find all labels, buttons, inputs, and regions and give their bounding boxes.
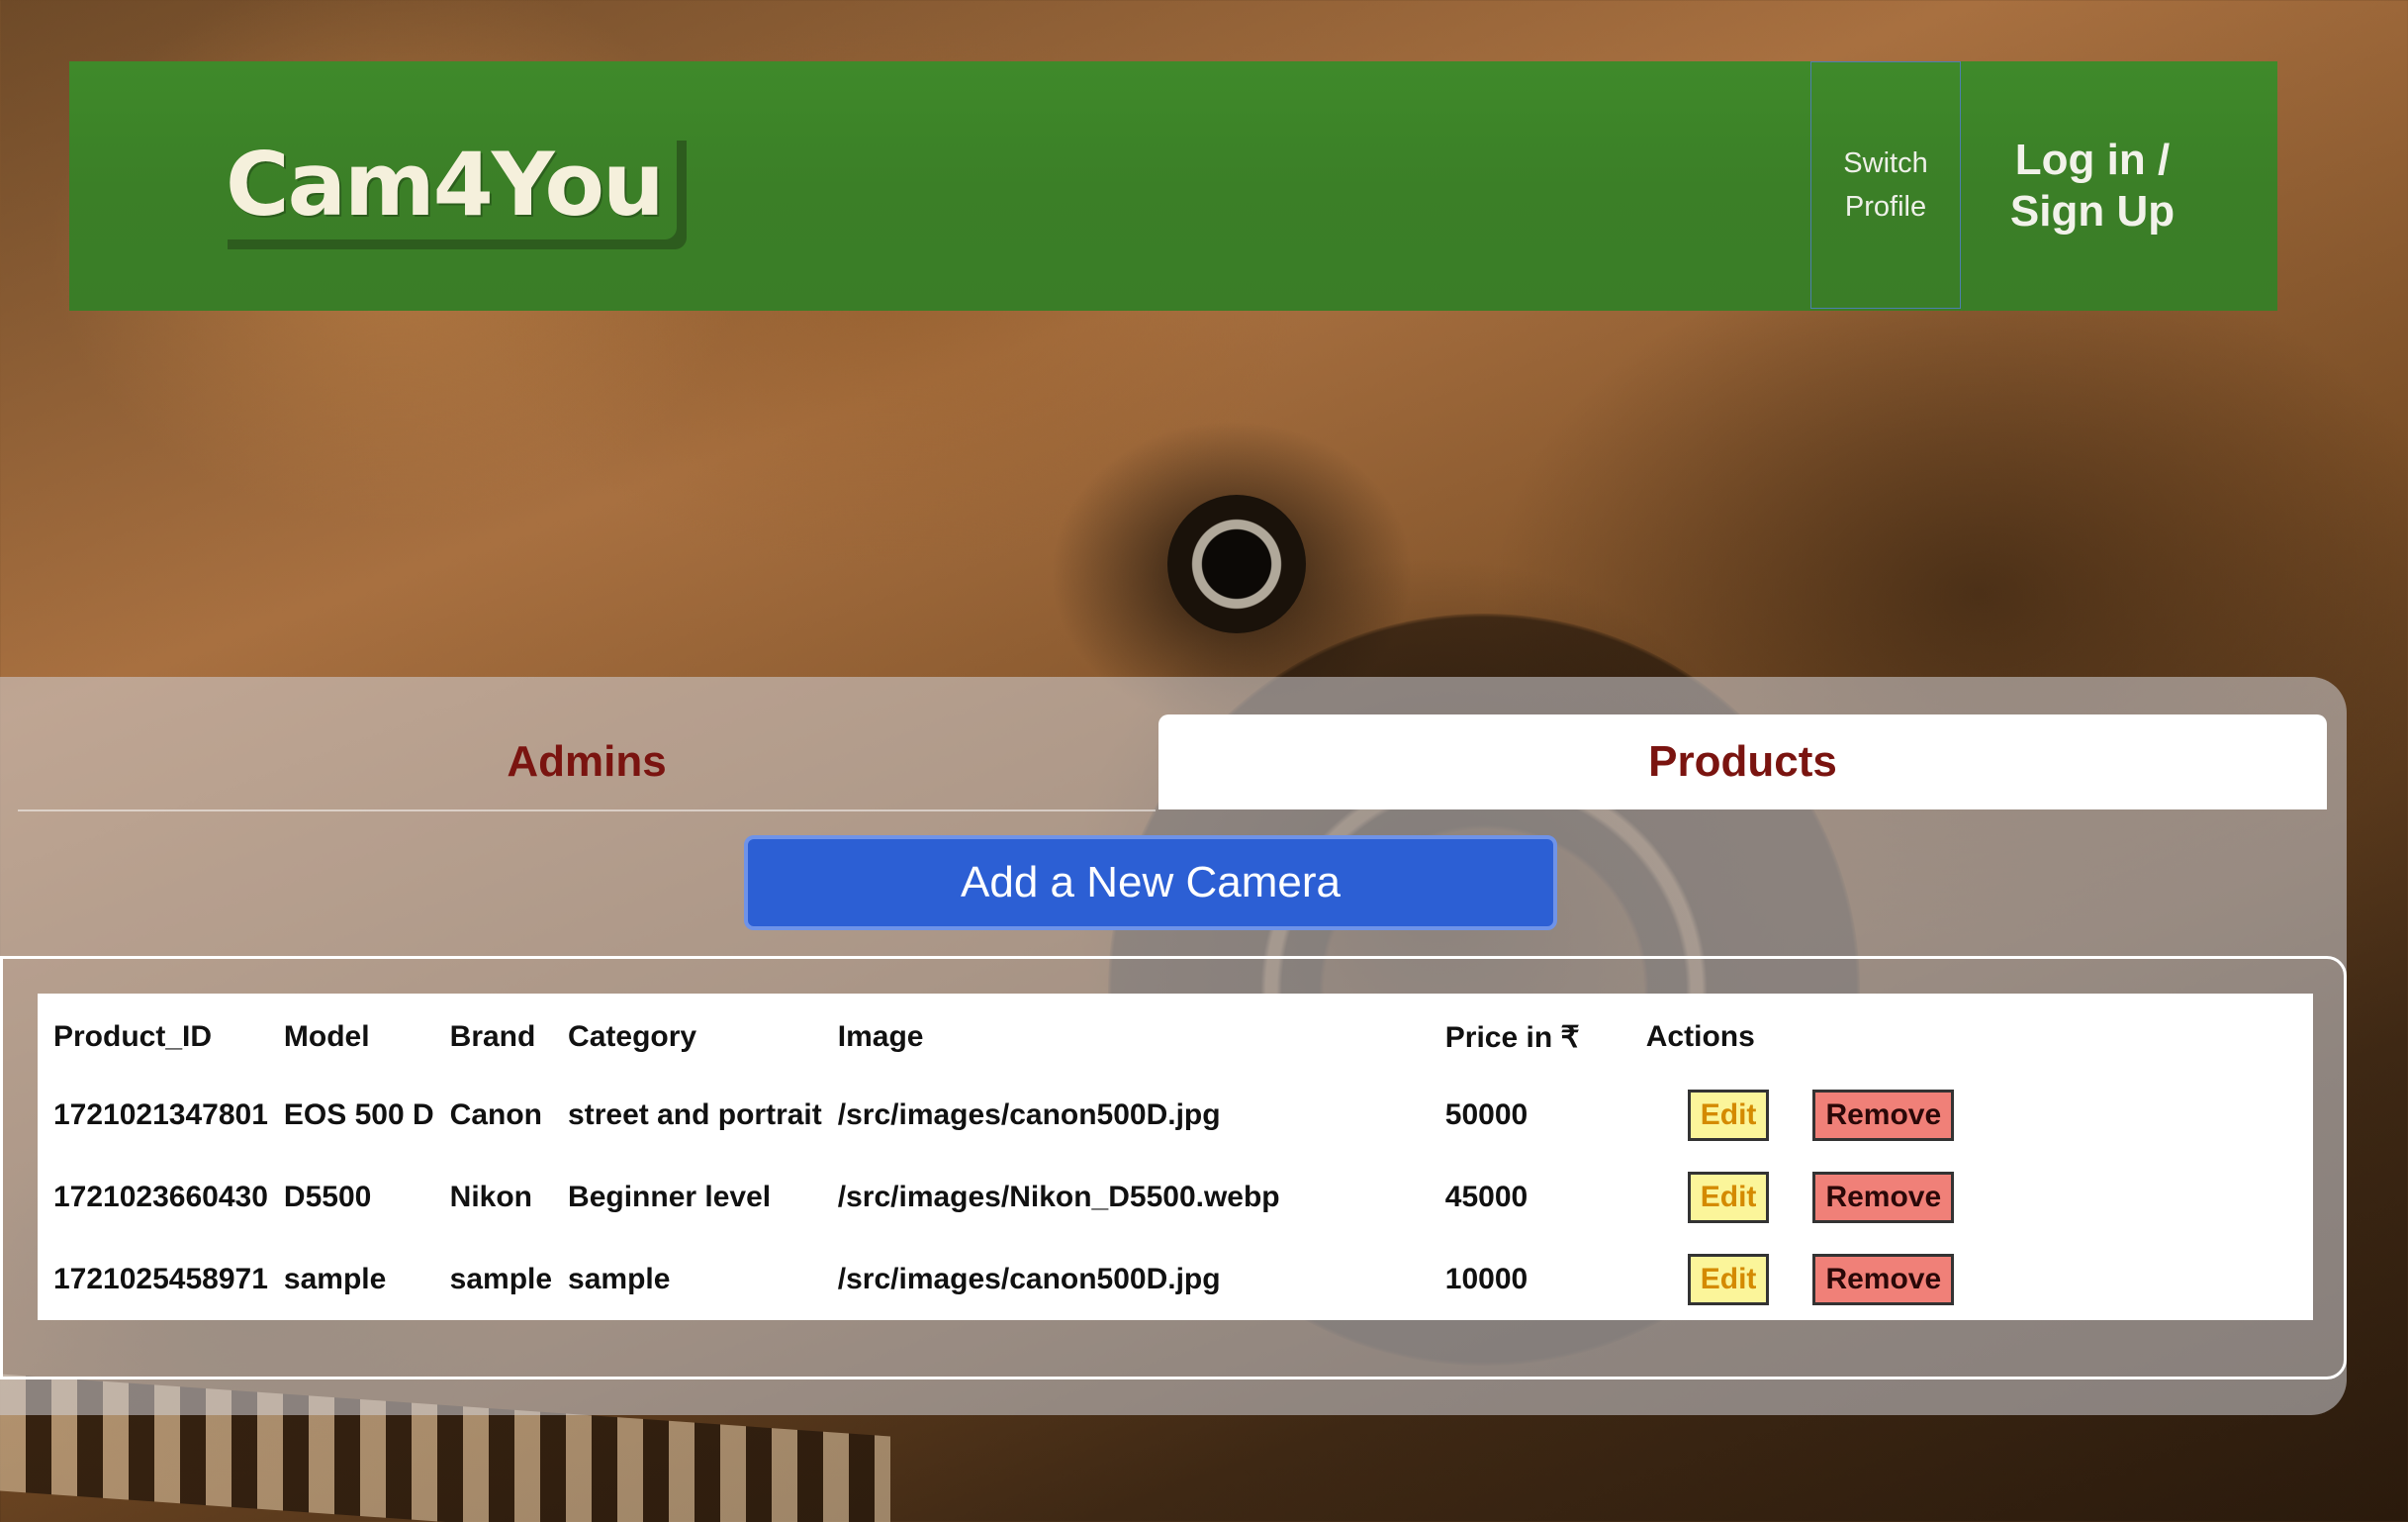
- cell-actions: Edit Remove: [1630, 1075, 2313, 1157]
- cell-category: Beginner level: [568, 1180, 772, 1213]
- edit-button[interactable]: Edit: [1687, 1090, 1770, 1142]
- tab-admins-label: Admins: [507, 737, 667, 786]
- cell-price: 45000: [1444, 1180, 1528, 1213]
- cell-model: EOS 500 D: [283, 1098, 434, 1132]
- cell-image: /src/images/Nikon_D5500.webp: [837, 1180, 1280, 1213]
- background-viewfinder: [1167, 495, 1306, 633]
- column-header-category: Category: [568, 1020, 697, 1053]
- cell-brand: Nikon: [449, 1180, 532, 1213]
- column-header-model: Model: [283, 1020, 370, 1053]
- cell-model: D5500: [283, 1180, 372, 1213]
- cell-image: /src/images/canon500D.jpg: [837, 1098, 1221, 1132]
- table-row: 1721023660430 D5500 Nikon Beginner level…: [38, 1157, 2313, 1239]
- products-table: Product_ID Model Brand Category Image Pr…: [38, 994, 2313, 1320]
- edit-button[interactable]: Edit: [1687, 1171, 1770, 1223]
- column-header-price: Price in ₹: [1444, 1020, 1580, 1054]
- tab-products-label: Products: [1648, 737, 1837, 786]
- login-signup-link[interactable]: Log in / Sign Up: [1989, 135, 2196, 238]
- cell-brand: Canon: [449, 1098, 542, 1132]
- add-new-camera-button[interactable]: Add a New Camera: [744, 835, 1557, 930]
- edit-button[interactable]: Edit: [1687, 1253, 1770, 1305]
- cell-product-id: 1721025458971: [53, 1262, 268, 1295]
- cell-actions: Edit Remove: [1630, 1157, 2313, 1239]
- column-header-brand: Brand: [449, 1020, 536, 1053]
- cell-image: /src/images/canon500D.jpg: [837, 1262, 1221, 1295]
- cell-price: 50000: [1444, 1098, 1528, 1132]
- cell-actions: Edit Remove: [1630, 1238, 2313, 1320]
- table-row: 1721021347801 EOS 500 D Canon street and…: [38, 1075, 2313, 1157]
- tab-products[interactable]: Products: [1158, 714, 2327, 809]
- top-navbar: Cam4You Switch Profile Log in / Sign Up: [69, 61, 2277, 311]
- cell-model: sample: [283, 1262, 387, 1295]
- table-row: 1721025458971 sample sample sample /src/…: [38, 1238, 2313, 1320]
- switch-profile-label: Switch Profile: [1843, 147, 1928, 223]
- cell-category: sample: [568, 1262, 671, 1295]
- cell-price: 10000: [1444, 1262, 1528, 1295]
- products-table-container: Product_ID Model Brand Category Image Pr…: [0, 956, 2347, 1379]
- column-header-product-id: Product_ID: [53, 1020, 213, 1053]
- switch-profile-button[interactable]: Switch Profile: [1810, 61, 1961, 309]
- cell-category: street and portrait: [568, 1098, 822, 1132]
- cell-brand: sample: [449, 1262, 553, 1295]
- column-header-image: Image: [837, 1020, 924, 1053]
- cell-product-id: 1721021347801: [53, 1098, 268, 1132]
- site-logo[interactable]: Cam4You: [218, 131, 677, 239]
- column-header-actions: Actions: [1645, 1020, 1755, 1053]
- remove-button[interactable]: Remove: [1812, 1253, 1955, 1305]
- remove-button[interactable]: Remove: [1812, 1171, 1955, 1223]
- remove-button[interactable]: Remove: [1812, 1090, 1955, 1142]
- table-header-row: Product_ID Model Brand Category Image Pr…: [38, 994, 2313, 1075]
- cell-product-id: 1721023660430: [53, 1180, 268, 1213]
- tab-admins[interactable]: Admins: [18, 714, 1156, 811]
- admin-panel: Admins Products Add a New Camera Product…: [0, 677, 2347, 1415]
